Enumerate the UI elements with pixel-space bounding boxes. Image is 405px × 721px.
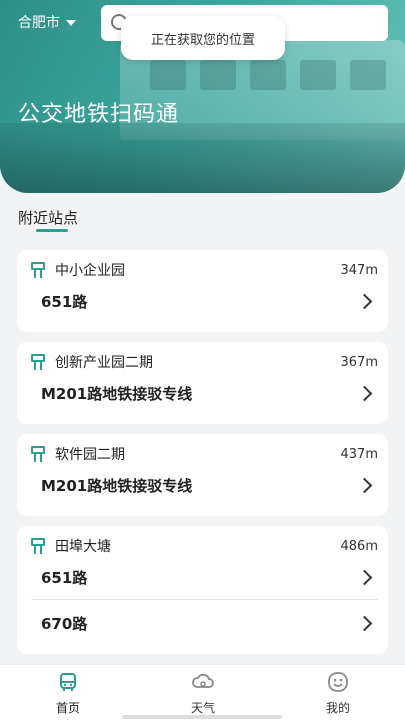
station-card[interactable]: 创新产业园二期 367m M201路地铁接驳专线 bbox=[17, 342, 388, 424]
route-name: M201路地铁接驳专线 bbox=[41, 384, 193, 403]
chevron-right-icon bbox=[356, 615, 373, 631]
station-name: 中小企业园 bbox=[55, 263, 125, 279]
station-distance: 486m bbox=[340, 538, 378, 554]
tab-weather-label: 天气 bbox=[190, 701, 215, 715]
station-distance: 367m bbox=[340, 354, 378, 370]
station-name: 田埠大塘 bbox=[55, 539, 111, 555]
section-underline bbox=[36, 229, 68, 232]
route-row[interactable]: 651路 bbox=[41, 278, 374, 324]
bus-icon bbox=[60, 673, 76, 691]
smiley-icon bbox=[328, 672, 348, 692]
station-name: 软件园二期 bbox=[55, 447, 125, 463]
station-name: 创新产业园二期 bbox=[55, 355, 153, 371]
route-row[interactable]: 670路 bbox=[41, 600, 374, 646]
route-name: M201路地铁接驳专线 bbox=[41, 476, 193, 495]
bottom-tab-bar: 首页 天气 我的 bbox=[0, 664, 405, 721]
tab-home-label: 首页 bbox=[55, 701, 80, 715]
hero-title: 公交地铁扫码通 bbox=[18, 102, 180, 127]
route-name: 651路 bbox=[41, 292, 88, 311]
station-card[interactable]: 中小企业园 347m 651路 bbox=[17, 250, 388, 332]
home-indicator bbox=[122, 715, 282, 719]
route-name: 670路 bbox=[41, 614, 88, 633]
chevron-right-icon bbox=[356, 293, 373, 309]
bus-stop-icon bbox=[31, 446, 45, 462]
tab-mine[interactable]: 我的 bbox=[298, 671, 378, 716]
location-toast: 正在获取您的位置 bbox=[121, 16, 285, 60]
chevron-right-icon bbox=[356, 569, 373, 585]
bus-stop-icon bbox=[31, 262, 45, 278]
bus-stop-icon bbox=[31, 538, 45, 554]
route-name: 651路 bbox=[41, 568, 88, 587]
route-row[interactable]: 651路 bbox=[41, 554, 374, 600]
station-card[interactable]: 软件园二期 437m M201路地铁接驳专线 bbox=[17, 434, 388, 516]
station-distance: 347m bbox=[340, 262, 378, 278]
chevron-right-icon bbox=[356, 385, 373, 401]
road-image bbox=[0, 123, 405, 193]
tab-weather[interactable]: 天气 bbox=[163, 671, 243, 716]
caret-down-icon bbox=[66, 20, 76, 26]
tab-mine-label: 我的 bbox=[325, 701, 350, 715]
city-label: 合肥市 bbox=[18, 15, 60, 31]
station-card[interactable]: 田埠大塘 486m 651路 670路 bbox=[17, 526, 388, 654]
route-row[interactable]: M201路地铁接驳专线 bbox=[41, 462, 374, 508]
section-title: 附近站点 bbox=[18, 209, 79, 227]
route-row[interactable]: M201路地铁接驳专线 bbox=[41, 370, 374, 416]
station-distance: 437m bbox=[340, 446, 378, 462]
city-selector[interactable]: 合肥市 bbox=[18, 12, 76, 32]
cloud-icon bbox=[192, 673, 214, 688]
tab-home[interactable]: 首页 bbox=[28, 671, 108, 716]
bus-stop-icon bbox=[31, 354, 45, 370]
chevron-right-icon bbox=[356, 477, 373, 493]
